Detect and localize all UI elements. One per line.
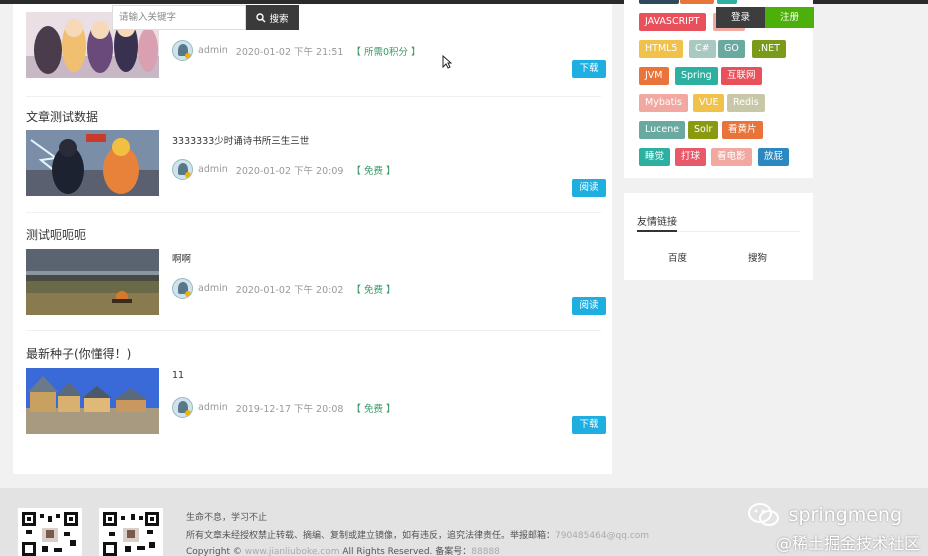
tag-item[interactable]: 看电影 [711,148,752,166]
post-thumbnail[interactable] [26,249,159,315]
post-thumbnail[interactable] [26,368,159,434]
author-avatar[interactable] [172,278,193,299]
tag-item[interactable]: 看黄片 [722,121,763,139]
footer-site-link[interactable]: www.jianliuboke.com [245,547,340,556]
login-button[interactable]: 登录 [716,7,765,28]
article-list: admin 2020-01-02 下午 21:51 【 所需0积分 】 下载 文… [13,4,612,474]
tag-item[interactable]: Lucene [639,121,686,139]
tag-item[interactable]: 打球 [675,148,707,166]
tag-item[interactable]: GO [718,40,745,58]
post-title[interactable]: 最新种子(你懂得！) [26,345,131,362]
footer-rights: All Rights Reserved. 备案号： [342,547,472,556]
post-date: 2019-12-17 下午 20:08 [235,403,344,415]
author-avatar[interactable] [172,40,193,61]
post-title[interactable]: 文章测试数据 [26,108,98,125]
tag-item[interactable]: Mybatis [639,94,688,112]
footer-notice-text: 所有文章未经授权禁止转载、摘编、复制或建立镜像，如有违反，追究法律责任。举报邮箱… [186,531,556,541]
tag-item[interactable]: C# [689,40,716,58]
post-author[interactable]: admin [198,164,228,175]
watermark-author: springmeng [747,502,902,528]
post-excerpt: 11 [172,370,185,381]
wechat-icon [747,503,779,526]
post-author[interactable]: admin [198,45,228,56]
site-footer: 生命不息，学习不止 所有文章未经授权禁止转载、摘编、复制或建立镜像，如有违反，追… [0,488,928,556]
search-button-label: 搜索 [269,13,289,25]
post-cost: 【 所需0积分 】 [351,46,421,58]
tag-item[interactable] [717,0,737,4]
footer-slogan: 生命不息，学习不止 [186,513,268,523]
footer-copyright-notice: 所有文章未经授权禁止转载、摘编、复制或建立镜像，如有违反，追究法律责任。举报邮箱… [186,528,649,541]
post-meta: admin 2020-01-02 下午 21:51 【 所需0积分 】 [172,40,421,61]
tag-item[interactable]: Spring [675,67,718,85]
author-avatar[interactable] [172,397,193,418]
download-button[interactable]: 下载 [572,416,606,434]
footer-icp: 88888 [471,547,500,556]
friend-link-baidu[interactable]: 百度 [668,250,687,264]
qr-code-alipay [99,508,163,556]
post-title[interactable]: 测试呃呃呃 [26,226,86,243]
post-excerpt: 啊啊 [172,254,192,265]
tag-item[interactable]: JVM [639,67,669,85]
footer-email[interactable]: 790485464@qq.com [555,531,649,541]
post-meta: admin 2020-01-02 下午 20:09 【 免费 】 [172,159,395,180]
tag-item[interactable]: HTML5 [639,40,684,58]
post-date: 2020-01-02 下午 20:02 [235,284,344,296]
post-cost: 【 免费 】 [351,284,396,296]
register-button[interactable]: 注册 [765,7,814,28]
search-icon [256,12,266,22]
tag-item[interactable] [680,0,714,4]
friend-links-heading: 友情链接 [637,217,677,228]
post-divider [26,96,601,97]
qr-code-icon [22,512,78,556]
tag-item[interactable]: 睡觉 [639,148,671,166]
heading-underline [637,230,677,232]
footer-copyright: Copyright © www.jianliuboke.com All Righ… [186,544,500,556]
tag-item[interactable]: Solr [688,121,719,139]
friend-links-panel: 友情链接 百度 搜狗 [624,193,813,280]
read-button[interactable]: 阅读 [572,179,606,197]
post-date: 2020-01-02 下午 21:51 [235,46,344,58]
qr-code-wechat [18,508,82,556]
footer-copyright-label: Copyright © [186,547,242,556]
tag-item[interactable] [639,0,679,4]
tag-item[interactable]: VUE [693,94,725,112]
read-button[interactable]: 阅读 [572,297,606,315]
watermark-name: springmeng [788,504,902,526]
download-button[interactable]: 下载 [572,60,606,78]
tag-item[interactable]: Redis [727,94,765,112]
tag-item[interactable]: .NET [752,40,786,58]
post-meta: admin 2020-01-02 下午 20:02 【 免费 】 [172,278,395,299]
post-cost: 【 免费 】 [351,165,396,177]
post-divider [26,330,601,331]
author-avatar[interactable] [172,159,193,180]
search-input[interactable]: 请输入关键字 [112,5,246,30]
auth-buttons: 登录 注册 [716,7,814,28]
post-excerpt: 3333333少时诵诗书所三生三世 [172,136,310,147]
search-button[interactable]: 搜索 [246,5,299,30]
post-author[interactable]: admin [198,402,228,413]
post-divider [26,212,601,213]
post-thumbnail[interactable] [26,130,159,196]
friend-link-sogou[interactable]: 搜狗 [748,250,767,264]
post-meta: admin 2019-12-17 下午 20:08 【 免费 】 [172,397,395,418]
post-author[interactable]: admin [198,283,228,294]
post-date: 2020-01-02 下午 20:09 [235,165,344,177]
tag-item[interactable]: JAVASCRIPT [639,13,706,31]
search-bar: 请输入关键字 搜索 [112,5,299,30]
tag-item[interactable]: 互联网 [721,67,762,85]
tag-item[interactable]: 放屁 [758,148,790,166]
post-cost: 【 免费 】 [351,403,396,415]
watermark-community: @稀土掘金技术社区 [775,534,920,553]
mouse-cursor-icon [442,55,452,69]
qr-code-icon [103,512,159,556]
